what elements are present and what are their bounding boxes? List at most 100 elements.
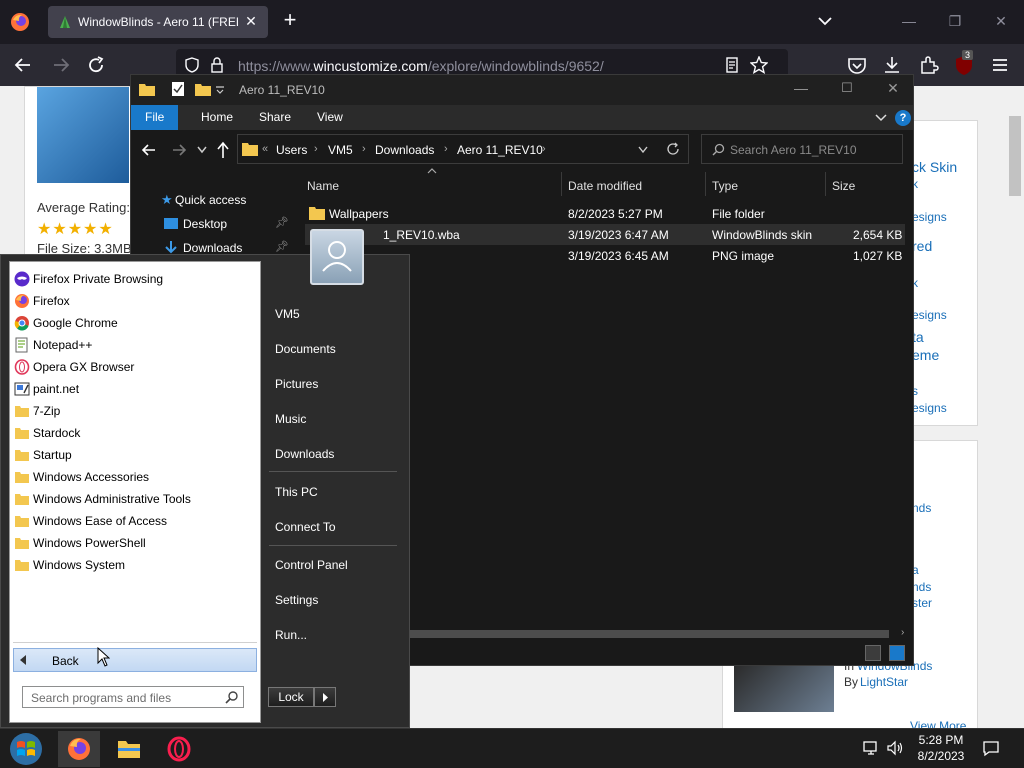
restore-window-icon[interactable]: ❐ bbox=[943, 10, 967, 32]
program-item[interactable]: paint.net bbox=[14, 378, 258, 400]
table-row[interactable]: Wallpapers 8/2/2023 5:27 PM File folder bbox=[305, 203, 905, 224]
program-item[interactable]: Stardock bbox=[14, 422, 258, 444]
column-header-date-modified[interactable]: Date modified bbox=[568, 179, 642, 193]
start-item-this-pc[interactable]: This PC bbox=[275, 485, 318, 499]
back-button[interactable]: Back bbox=[13, 648, 257, 672]
breadcrumb-overflow-icon[interactable]: « bbox=[262, 143, 268, 155]
tracking-shield-icon[interactable] bbox=[184, 57, 200, 73]
explorer-close-icon[interactable]: ✕ bbox=[883, 80, 903, 98]
explorer-maximize-icon[interactable]: ☐ bbox=[837, 80, 857, 98]
ribbon-tab-file[interactable]: File bbox=[131, 105, 179, 130]
firefox-menu-icon[interactable] bbox=[10, 12, 30, 32]
customize-toolbar-chevron-icon[interactable] bbox=[216, 86, 224, 94]
breadcrumb-item[interactable]: Downloads bbox=[375, 143, 434, 157]
view-more-link[interactable]: View More bbox=[910, 719, 966, 728]
program-item[interactable]: 7-Zip bbox=[14, 400, 258, 422]
new-tab-button[interactable]: + bbox=[280, 9, 300, 32]
forward-arrow-icon[interactable] bbox=[50, 54, 72, 76]
close-window-icon[interactable]: ✕ bbox=[989, 10, 1013, 32]
taskbar-file-explorer[interactable] bbox=[108, 731, 150, 767]
program-item[interactable]: Startup bbox=[14, 444, 258, 466]
recent-locations-chevron-icon[interactable] bbox=[197, 146, 207, 154]
column-header-size[interactable]: Size bbox=[832, 179, 855, 193]
pocket-icon[interactable] bbox=[846, 54, 868, 76]
breadcrumb-chevron-icon[interactable]: › bbox=[444, 143, 448, 155]
ribbon-tab-view[interactable]: View bbox=[303, 105, 357, 130]
related-link[interactable]: esigns bbox=[912, 308, 947, 322]
ribbon-tab-share[interactable]: Share bbox=[245, 105, 305, 130]
new-folder-icon[interactable] bbox=[195, 82, 211, 96]
breadcrumb-chevron-icon[interactable]: › bbox=[314, 143, 318, 155]
breadcrumb-item[interactable]: Users bbox=[276, 143, 307, 157]
back-arrow-icon[interactable] bbox=[12, 54, 34, 76]
scroll-right-icon[interactable]: › bbox=[901, 627, 904, 638]
breadcrumb-chevron-icon[interactable]: › bbox=[362, 143, 366, 155]
program-item[interactable]: Windows PowerShell bbox=[14, 532, 258, 554]
explorer-back-arrow-icon[interactable] bbox=[141, 142, 157, 158]
lock-button[interactable]: Lock bbox=[268, 687, 314, 707]
browser-tab-active[interactable]: WindowBlinds - Aero 11 (FREE) ✕ bbox=[48, 6, 268, 38]
address-history-chevron-icon[interactable] bbox=[638, 146, 648, 154]
large-icons-view-icon[interactable] bbox=[889, 645, 905, 661]
program-item[interactable]: Firefox Private Browsing bbox=[14, 268, 258, 290]
hamburger-menu-icon[interactable] bbox=[989, 54, 1011, 76]
related-link[interactable]: ck Skin bbox=[912, 159, 957, 175]
start-search-input[interactable] bbox=[31, 690, 219, 705]
start-item-settings[interactable]: Settings bbox=[275, 593, 318, 607]
related-link[interactable]: esigns bbox=[912, 401, 947, 415]
related-link[interactable]: esigns bbox=[912, 210, 947, 224]
related-link[interactable]: nds bbox=[912, 501, 931, 515]
related-link[interactable]: eme bbox=[912, 347, 939, 363]
explorer-minimize-icon[interactable]: — bbox=[791, 80, 811, 98]
ribbon-tab-home[interactable]: Home bbox=[187, 105, 247, 130]
system-clock[interactable]: 5:28 PM 8/2/2023 bbox=[912, 732, 970, 764]
list-all-tabs-chevron-icon[interactable] bbox=[816, 12, 834, 30]
volume-icon[interactable] bbox=[886, 739, 904, 757]
program-item[interactable]: Notepad++ bbox=[14, 334, 258, 356]
power-options-arrow[interactable] bbox=[314, 687, 336, 707]
start-item-control-panel[interactable]: Control Panel bbox=[275, 558, 348, 572]
explorer-search-box[interactable] bbox=[701, 134, 903, 164]
expand-ribbon-chevron-icon[interactable] bbox=[875, 113, 887, 123]
reload-icon[interactable] bbox=[85, 54, 107, 76]
pin-icon[interactable]: 📌︎ bbox=[275, 240, 289, 253]
program-item[interactable]: Google Chrome bbox=[14, 312, 258, 334]
program-item[interactable]: Windows Administrative Tools bbox=[14, 488, 258, 510]
start-item-downloads[interactable]: Downloads bbox=[275, 447, 334, 461]
start-item-vm5[interactable]: VM5 bbox=[275, 307, 300, 321]
related-link[interactable]: red bbox=[912, 238, 932, 254]
program-item[interactable]: Windows Accessories bbox=[14, 466, 258, 488]
scrollbar-thumb[interactable] bbox=[1009, 116, 1021, 196]
program-item[interactable]: Windows System bbox=[14, 554, 258, 576]
lock-icon[interactable] bbox=[210, 57, 224, 73]
start-item-pictures[interactable]: Pictures bbox=[275, 377, 318, 391]
breadcrumb-item[interactable]: Aero 11_REV10 bbox=[457, 143, 543, 157]
breadcrumb-chevron-icon[interactable]: › bbox=[542, 143, 546, 155]
up-arrow-icon[interactable] bbox=[215, 141, 231, 159]
program-item[interactable]: Windows Ease of Access bbox=[14, 510, 258, 532]
explorer-search-input[interactable] bbox=[730, 141, 890, 159]
table-row[interactable]: 1_REV10.wba 3/19/2023 6:47 AM WindowBlin… bbox=[305, 224, 905, 245]
related-link[interactable]: nds bbox=[912, 580, 931, 594]
minimize-window-icon[interactable]: — bbox=[897, 10, 921, 32]
downloads-icon[interactable] bbox=[881, 54, 903, 76]
pin-icon[interactable]: 📌︎ bbox=[275, 216, 289, 229]
action-center-icon[interactable] bbox=[982, 739, 1000, 757]
start-item-documents[interactable]: Documents bbox=[275, 342, 336, 356]
properties-checkbox-icon[interactable] bbox=[171, 81, 185, 97]
details-view-icon[interactable] bbox=[865, 645, 881, 661]
start-orb-button[interactable] bbox=[6, 731, 46, 767]
explorer-forward-arrow-icon[interactable] bbox=[171, 142, 187, 158]
breadcrumb-item[interactable]: VM5 bbox=[328, 143, 353, 157]
reader-view-icon[interactable] bbox=[724, 57, 740, 73]
column-divider[interactable] bbox=[561, 172, 562, 196]
related-link[interactable]: ster bbox=[912, 596, 932, 610]
taskbar-opera-gx[interactable] bbox=[158, 731, 200, 767]
program-item[interactable]: Opera GX Browser bbox=[14, 356, 258, 378]
start-search-box[interactable] bbox=[22, 686, 244, 708]
search-icon[interactable] bbox=[225, 690, 239, 704]
taskbar-firefox[interactable] bbox=[58, 731, 100, 767]
extensions-puzzle-icon[interactable] bbox=[918, 54, 940, 76]
program-item[interactable]: Firefox bbox=[14, 290, 258, 312]
close-tab-icon[interactable]: ✕ bbox=[242, 12, 260, 30]
